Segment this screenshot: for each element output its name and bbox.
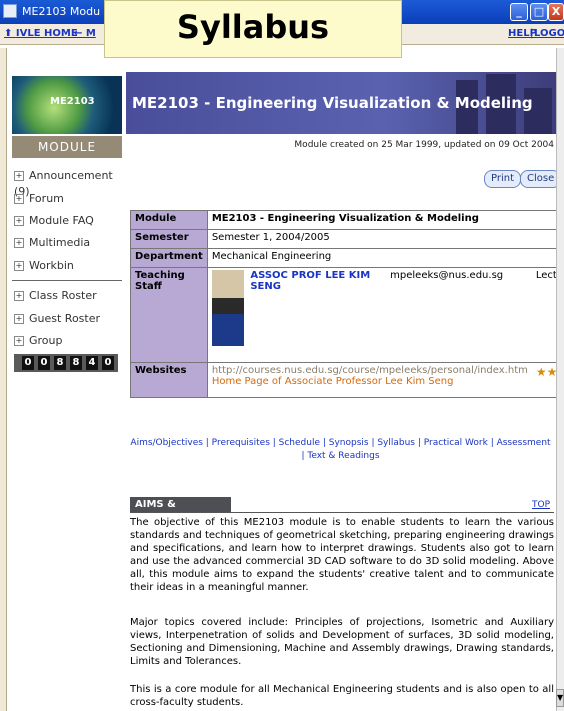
staff-entry: ASSOC PROF LEE KIM SENG — [211, 270, 382, 346]
home-up-arrow-icon: ⬆ — [4, 28, 13, 39]
aims-paragraph-2: Major topics covered include: Principles… — [130, 617, 554, 667]
counter-digit: 8 — [54, 356, 66, 370]
logout-link[interactable]: LOGOUT — [534, 28, 564, 39]
scroll-down-arrow-icon[interactable]: ▼ — [556, 689, 564, 707]
print-button[interactable]: Print — [484, 170, 522, 188]
aims-objectives-header: AIMS & OBJECTIVES — [130, 497, 231, 526]
website-description: Home Page of Associate Professor Lee Kim… — [211, 376, 454, 387]
sidebar-item-announcement[interactable]: + Announcement (9) — [14, 168, 122, 198]
left-frame-border — [0, 48, 7, 711]
expand-plus-icon: + — [14, 171, 24, 181]
sidebar: ME2103 MODULE + Announcement (9) + Forum +… — [10, 72, 122, 632]
table-row: Teaching Staff ASSOC PROF LEE KIM SENG m… — [130, 267, 564, 363]
maximize-button[interactable]: □ — [530, 3, 548, 21]
sidebar-item-multimedia[interactable]: + Multimedia — [14, 235, 90, 251]
module-meta-dates: Module created on 25 Mar 1999, updated o… — [294, 140, 554, 150]
browser-icon — [3, 4, 17, 18]
counter-digit: 0 — [102, 356, 114, 370]
row-label: Teaching Staff — [130, 267, 208, 363]
aims-paragraph-3: This is a core module for all Mechanical… — [130, 684, 554, 708]
department-value: Mechanical Engineering — [206, 248, 564, 268]
sidebar-divider — [12, 280, 122, 281]
staff-email: mpeleeks@nus.edu.sg — [386, 267, 532, 363]
page-title: ME2103 - Engineering Visualization & Mod… — [132, 94, 533, 112]
close-window-button[interactable]: X — [548, 3, 564, 21]
back-arrow-icon: ← — [74, 28, 83, 39]
visitor-counter: 0 0 8 8 4 0 — [14, 354, 118, 372]
row-label: Websites — [130, 362, 208, 398]
sidebar-item-class-roster[interactable]: + Class Roster — [14, 288, 97, 304]
sidebar-item-workbin[interactable]: + Workbin — [14, 258, 74, 274]
sidebar-item-guest-roster[interactable]: + Guest Roster — [14, 311, 100, 327]
expand-plus-icon: + — [14, 261, 24, 271]
back-link[interactable]: ← M — [74, 28, 96, 39]
expand-plus-icon: + — [14, 216, 24, 226]
vertical-scrollbar[interactable] — [556, 48, 564, 711]
section-divider — [130, 512, 554, 513]
counter-digit: 0 — [22, 356, 34, 370]
module-header-banner: ME2103 - Engineering Visualization & Mod… — [126, 72, 556, 134]
module-info-table: Module ME2103 - Engineering Visualizatio… — [130, 210, 564, 398]
window-title: ME2103 Modu — [22, 5, 101, 18]
website-url-link[interactable]: http://courses.nus.edu.sg/course/mpeleek… — [212, 365, 528, 376]
staff-cell: ASSOC PROF LEE KIM SENG — [206, 267, 387, 363]
table-row: Department Mechanical Engineering — [130, 248, 564, 268]
counter-digit: 4 — [86, 356, 98, 370]
ivle-home-link[interactable]: ⬆ IVLE HOME — [4, 28, 78, 39]
sidebar-item-forum[interactable]: + Forum — [14, 191, 64, 207]
sidebar-item-module-faq[interactable]: + Module FAQ — [14, 213, 94, 229]
sidebar-item-group[interactable]: + Group — [14, 333, 63, 349]
syllabus-caption: Syllabus — [104, 0, 402, 58]
row-label: Semester — [130, 229, 208, 249]
minimize-button[interactable]: _ — [510, 3, 528, 21]
row-label: Department — [130, 248, 208, 268]
website-cell: http://courses.nus.edu.sg/course/mpeleek… — [206, 362, 532, 398]
table-row: Module ME2103 - Engineering Visualizatio… — [130, 210, 564, 230]
nav-separator: | — [530, 28, 534, 39]
table-row: Websites http://courses.nus.edu.sg/cours… — [130, 362, 564, 398]
top-link[interactable]: TOP — [532, 500, 550, 510]
module-banner: MODULE — [12, 136, 122, 158]
expand-plus-icon: + — [14, 336, 24, 346]
expand-plus-icon: + — [14, 291, 24, 301]
staff-name-link[interactable]: ASSOC PROF LEE KIM SENG — [250, 270, 382, 346]
module-value: ME2103 - Engineering Visualization & Mod… — [206, 210, 564, 230]
logo-label: ME2103 — [50, 96, 95, 107]
row-label: Module — [130, 210, 208, 230]
module-logo-globe: ME2103 — [12, 76, 122, 134]
section-links[interactable]: Aims/Objectives | Prerequisites | Schedu… — [130, 437, 551, 463]
staff-photo — [211, 270, 245, 346]
counter-digit: 8 — [70, 356, 82, 370]
expand-plus-icon: + — [14, 314, 24, 324]
semester-value: Semester 1, 2004/2005 — [206, 229, 564, 249]
table-row: Semester Semester 1, 2004/2005 — [130, 229, 564, 249]
aims-paragraph-1: The objective of this ME2103 module is t… — [130, 517, 554, 593]
expand-plus-icon: + — [14, 194, 24, 204]
star-icon: ★ — [535, 365, 547, 379]
expand-plus-icon: + — [14, 238, 24, 248]
counter-digit: 0 — [38, 356, 50, 370]
